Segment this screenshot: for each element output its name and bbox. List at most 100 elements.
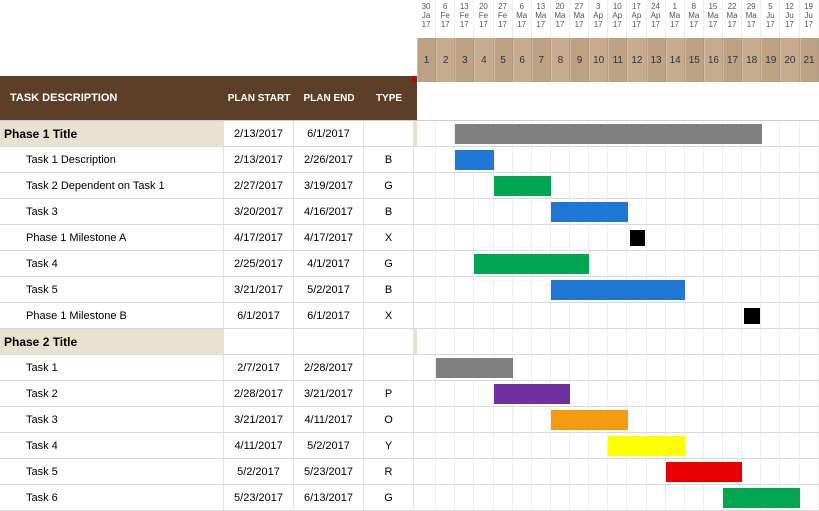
task-type: G [364, 485, 414, 510]
plan-start: 3/21/2017 [224, 277, 294, 302]
timeline-week-cell: 10 [589, 38, 608, 82]
task-row[interactable]: Task 55/2/20175/23/2017R [0, 459, 819, 485]
task-row[interactable]: Task 33/20/20174/16/2017B [0, 199, 819, 225]
header-plan-end: PLAN END [294, 76, 364, 120]
gantt-bar[interactable] [436, 358, 513, 378]
timeline-date-cell: 30Ja17 [417, 0, 436, 38]
plan-start: 3/20/2017 [224, 199, 294, 224]
plan-start: 5/2/2017 [224, 459, 294, 484]
left-header: TASK DESCRIPTION PLAN START PLAN END TYP… [0, 0, 417, 120]
timeline-week-cell: 12 [627, 38, 646, 82]
task-row[interactable]: Task 42/25/20174/1/2017G [0, 251, 819, 277]
gantt-bar[interactable] [723, 488, 800, 508]
timeline-week-cell: 19 [761, 38, 780, 82]
task-description: Phase 1 Milestone B [0, 303, 224, 328]
task-type: Y [364, 433, 414, 458]
task-description: Phase 1 Title [0, 121, 224, 146]
gantt-bar[interactable] [494, 176, 551, 196]
task-description: Task 2 Dependent on Task 1 [0, 173, 224, 198]
task-row[interactable]: Task 22/28/20173/21/2017P [0, 381, 819, 407]
plan-start: 6/1/2017 [224, 303, 294, 328]
timeline-week-cell: 8 [551, 38, 570, 82]
gantt-bar[interactable] [474, 254, 589, 274]
task-row[interactable]: Task 12/7/20172/28/2017 [0, 355, 819, 381]
timeline-week-cell: 3 [455, 38, 474, 82]
plan-start: 2/13/2017 [224, 121, 294, 146]
plan-end: 3/19/2017 [294, 173, 364, 198]
plan-start: 2/28/2017 [224, 381, 294, 406]
task-description: Phase 2 Title [0, 329, 224, 354]
timeline-week-cell: 4 [474, 38, 493, 82]
milestone-marker[interactable] [630, 230, 645, 246]
task-type [364, 355, 414, 380]
timeline-date-cell: 24Ap17 [647, 0, 666, 38]
task-description: Task 3 [0, 407, 224, 432]
gantt-bar[interactable] [551, 280, 685, 300]
task-type: G [364, 251, 414, 276]
timeline-header: 30Ja176Fe1713Fe1720Fe1727Fe176Ma1713Ma17… [417, 0, 819, 82]
timeline-week-cell: 17 [723, 38, 742, 82]
task-row[interactable]: Task 44/11/20175/2/2017Y [0, 433, 819, 459]
gantt-bar[interactable] [494, 384, 571, 404]
timeline-date-cell: 12Ju17 [780, 0, 799, 38]
task-type [364, 121, 414, 146]
task-row[interactable]: Task 1 Description2/13/20172/26/2017B [0, 147, 819, 173]
milestone-marker[interactable] [744, 308, 759, 324]
task-description: Task 4 [0, 251, 224, 276]
task-row[interactable]: Phase 1 Milestone A4/17/20174/17/2017X [0, 225, 819, 251]
timeline-week-cell: 15 [685, 38, 704, 82]
task-type: O [364, 407, 414, 432]
timeline-week-cell: 14 [666, 38, 685, 82]
timeline-week-cell: 2 [436, 38, 455, 82]
timeline-date-cell: 6Fe17 [436, 0, 455, 38]
plan-start: 2/27/2017 [224, 173, 294, 198]
timeline-week-cell: 18 [742, 38, 761, 82]
timeline-date-cell: 10Ap17 [608, 0, 627, 38]
gantt-bar[interactable] [551, 202, 628, 222]
timeline-date-cell: 27Ma17 [570, 0, 589, 38]
timeline-date-cell: 8Ma17 [685, 0, 704, 38]
timeline-date-cell: 27Fe17 [494, 0, 513, 38]
task-type: B [364, 147, 414, 172]
timeline-date-cell: 3Ap17 [589, 0, 608, 38]
task-description: Task 1 Description [0, 147, 224, 172]
plan-start: 2/13/2017 [224, 147, 294, 172]
plan-start: 2/7/2017 [224, 355, 294, 380]
gantt-bar[interactable] [666, 462, 743, 482]
task-row[interactable]: Task 2 Dependent on Task 12/27/20173/19/… [0, 173, 819, 199]
gantt-bar[interactable] [551, 410, 628, 430]
timeline-week-cell: 16 [704, 38, 723, 82]
task-row[interactable]: Task 53/21/20175/2/2017B [0, 277, 819, 303]
timeline-date-cell: 15Ma17 [704, 0, 723, 38]
phase-row[interactable]: Phase 1 Title2/13/20176/1/2017 [0, 121, 819, 147]
task-type: B [364, 277, 414, 302]
timeline-week-cell: 7 [532, 38, 551, 82]
plan-end: 4/17/2017 [294, 225, 364, 250]
plan-end [294, 329, 364, 354]
plan-end: 4/1/2017 [294, 251, 364, 276]
task-type: X [364, 303, 414, 328]
task-description: Task 5 [0, 459, 224, 484]
task-type: X [364, 225, 414, 250]
task-type: G [364, 173, 414, 198]
task-type: P [364, 381, 414, 406]
timeline-week-cell: 20 [780, 38, 799, 82]
plan-end: 2/26/2017 [294, 147, 364, 172]
header-type: TYPE [364, 76, 414, 120]
gantt-bar[interactable] [455, 124, 761, 144]
task-row[interactable]: Phase 1 Milestone B6/1/20176/1/2017X [0, 303, 819, 329]
timeline-date-cell: 5Ju17 [761, 0, 780, 38]
plan-end: 4/16/2017 [294, 199, 364, 224]
plan-end: 6/1/2017 [294, 121, 364, 146]
task-row[interactable]: Task 33/21/20174/11/2017O [0, 407, 819, 433]
task-type: R [364, 459, 414, 484]
plan-end: 5/2/2017 [294, 433, 364, 458]
timeline-date-cell: 20Ma17 [551, 0, 570, 38]
gantt-bar[interactable] [608, 436, 685, 456]
timeline-date-cell: 20Fe17 [474, 0, 493, 38]
task-row[interactable]: Task 65/23/20176/13/2017G [0, 485, 819, 511]
phase-row[interactable]: Phase 2 Title [0, 329, 819, 355]
gantt-bar[interactable] [455, 150, 493, 170]
plan-end: 3/21/2017 [294, 381, 364, 406]
plan-start: 2/25/2017 [224, 251, 294, 276]
